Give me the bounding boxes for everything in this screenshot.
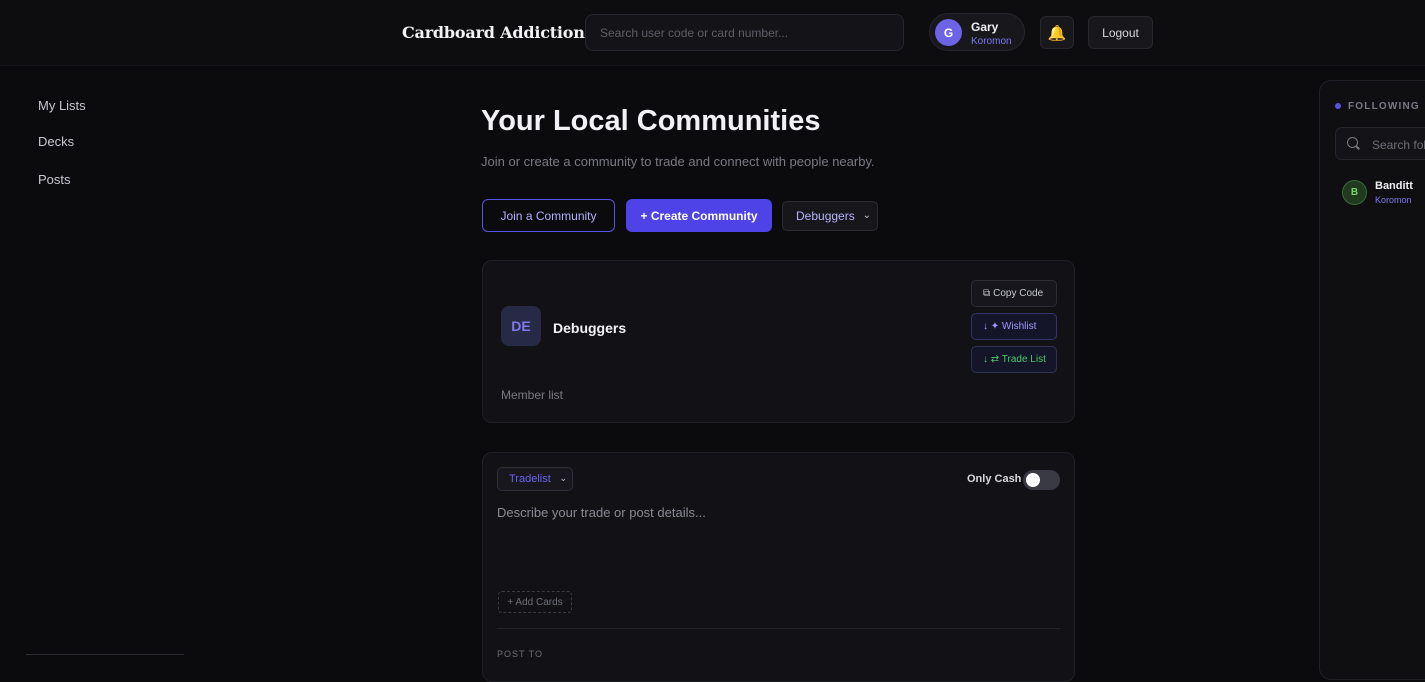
notifications-button[interactable]: 🔔 [1040,16,1074,49]
brand-logo[interactable]: Cardboard Addiction [402,23,585,42]
divider [26,654,184,655]
avatar: G [935,19,962,46]
user-menu[interactable]: G Gary Koromon [929,13,1025,51]
toggle-knob [1026,473,1040,487]
status-dot [1335,103,1341,109]
logout-button[interactable]: Logout [1088,16,1153,49]
page-title: Your Local Communities [481,105,821,137]
divider [497,628,1060,629]
community-select-value: Debuggers [796,209,855,223]
bell-icon: 🔔 [1047,24,1067,42]
following-user-name[interactable]: Banditt [1375,180,1413,192]
following-panel: FOLLOWING Search following B Banditt Kor… [1319,80,1425,680]
community-card: DE Debuggers ⧉ Copy Code ↓ ✦ Wishlist ↓ … [482,260,1075,423]
join-community-button[interactable]: Join a Community [482,199,615,232]
chevron-down-icon: ⌄ [559,473,567,483]
add-cards-button[interactable]: + Add Cards [498,591,572,613]
copy-icon: ⧉ [983,288,991,299]
page-subtitle: Join or create a community to trade and … [481,154,875,169]
only-cash-toggle[interactable] [1023,470,1060,490]
community-select[interactable]: Debuggers ⌄ [782,201,878,231]
user-game: Koromon [971,36,1012,47]
download-trade-list-button[interactable]: ↓ ⇄ Trade List [971,346,1057,373]
download-wishlist-button[interactable]: ↓ ✦ Wishlist [971,313,1057,340]
create-community-button[interactable]: + Create Community [626,199,772,232]
community-name: Debuggers [553,320,627,336]
following-search-input[interactable]: Search following [1335,127,1425,160]
search-input[interactable] [585,14,904,51]
following-title: FOLLOWING [1348,101,1420,112]
post-details-input[interactable] [497,505,1057,575]
following-user-game: Koromon [1375,195,1412,205]
list-type-value: Tradelist [509,473,551,485]
post-composer: Tradelist ⌄ Only Cash + Add Cards POST T… [482,452,1075,682]
only-cash-label: Only Cash [967,473,1022,485]
copy-code-label: Copy Code [993,288,1044,299]
community-avatar: DE [501,306,541,346]
list-type-select[interactable]: Tradelist ⌄ [497,467,573,491]
top-bar: Cardboard Addiction G Gary Koromon 🔔 Log… [0,0,1425,66]
sidebar-item-my-lists[interactable]: My Lists [38,98,86,113]
chevron-down-icon: ⌄ [862,210,871,221]
sidebar-item-posts[interactable]: Posts [38,172,71,187]
avatar[interactable]: B [1342,180,1367,205]
following-search-placeholder: Search following [1372,138,1425,152]
sidebar-item-decks[interactable]: Decks [38,134,74,149]
user-name: Gary [971,20,999,34]
member-list-link[interactable]: Member list [501,388,563,402]
copy-code-button[interactable]: ⧉ Copy Code [971,280,1057,307]
post-to-label: POST TO [497,649,544,659]
search-icon [1347,137,1358,148]
